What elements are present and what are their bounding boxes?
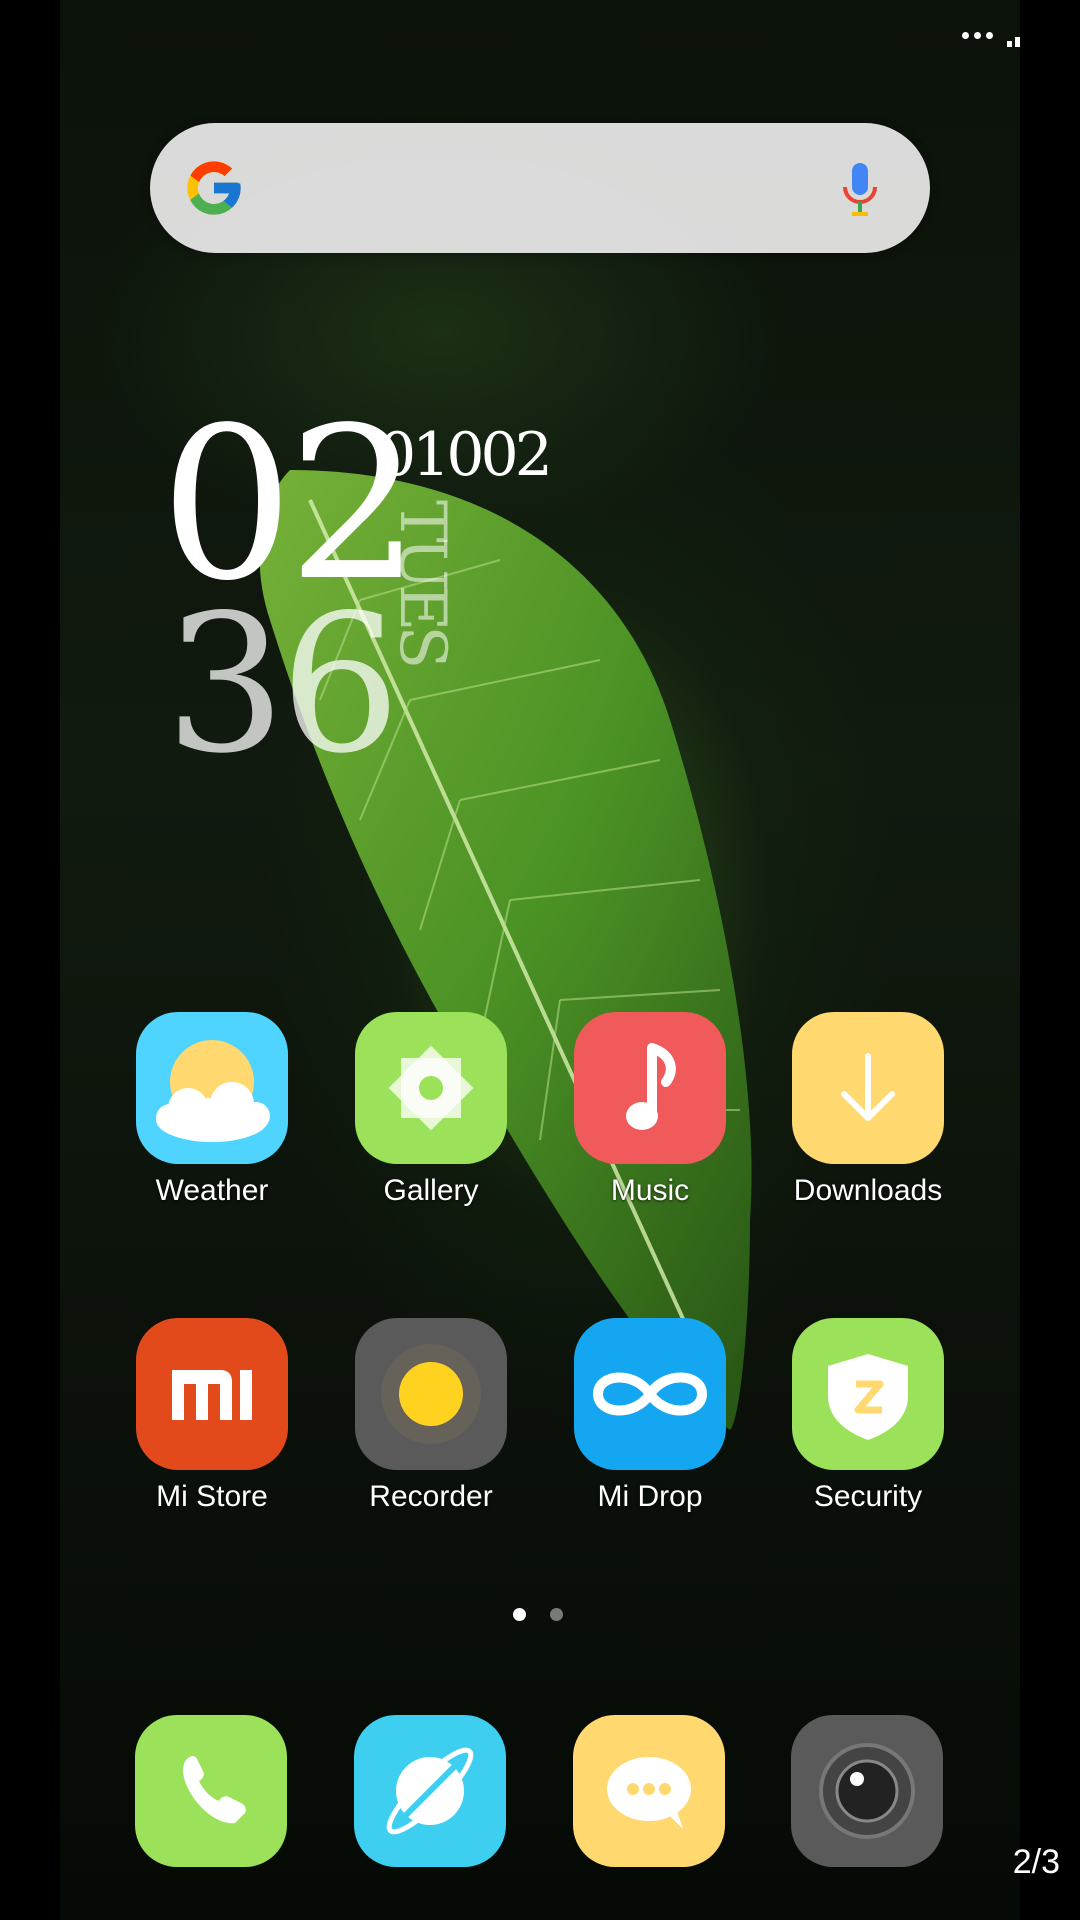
app-security[interactable]: Security (778, 1318, 958, 1514)
music-icon (574, 1012, 726, 1164)
app-label: Mi Drop (597, 1480, 703, 1513)
google-search-bar[interactable] (150, 123, 930, 253)
browser-icon[interactable] (354, 1715, 506, 1867)
clock-day: TUES (385, 500, 459, 664)
app-gallery[interactable]: Gallery (341, 1012, 521, 1208)
app-mi-store[interactable]: Mi Store (122, 1318, 302, 1514)
mi-drop-icon (574, 1318, 726, 1470)
camera-icon[interactable] (791, 1715, 943, 1867)
home-screen: 02 36 01002 TUES Weather Gallery Music D… (60, 0, 1020, 1920)
app-label: Downloads (793, 1174, 943, 1207)
cell-signal-icon (1007, 23, 1020, 47)
more-dots-icon (962, 31, 993, 39)
mi-store-icon (136, 1318, 288, 1470)
app-label: Weather (155, 1174, 269, 1207)
app-weather[interactable]: Weather (122, 1012, 302, 1208)
messaging-icon[interactable] (573, 1715, 725, 1867)
page-indicator-dots[interactable] (513, 1608, 563, 1621)
microphone-icon[interactable] (840, 161, 880, 221)
gallery-icon (355, 1012, 507, 1164)
app-recorder[interactable]: Recorder (341, 1318, 521, 1514)
page-dot[interactable] (550, 1608, 563, 1621)
video-page-indicator: 2/3 (1012, 1843, 1060, 1881)
app-label: Music (610, 1174, 690, 1207)
clock-minute[interactable]: 36 (165, 590, 401, 780)
security-icon (792, 1318, 944, 1470)
app-label: Gallery (383, 1174, 479, 1207)
clock-date: 01002 (378, 420, 553, 490)
phone-icon[interactable] (135, 1715, 287, 1867)
google-g-icon (187, 161, 241, 215)
page-dot-active[interactable] (513, 1608, 526, 1621)
app-label: Recorder (369, 1480, 493, 1513)
recorder-icon (355, 1318, 507, 1470)
status-bar (962, 18, 1020, 52)
app-label: Mi Store (156, 1480, 268, 1513)
downloads-icon (792, 1012, 944, 1164)
app-music[interactable]: Music (560, 1012, 740, 1208)
app-mi-drop[interactable]: Mi Drop (560, 1318, 740, 1514)
weather-icon (136, 1012, 288, 1164)
app-label: Security (813, 1480, 923, 1513)
wallpaper-leaf (259, 470, 752, 1430)
app-downloads[interactable]: Downloads (778, 1012, 958, 1208)
